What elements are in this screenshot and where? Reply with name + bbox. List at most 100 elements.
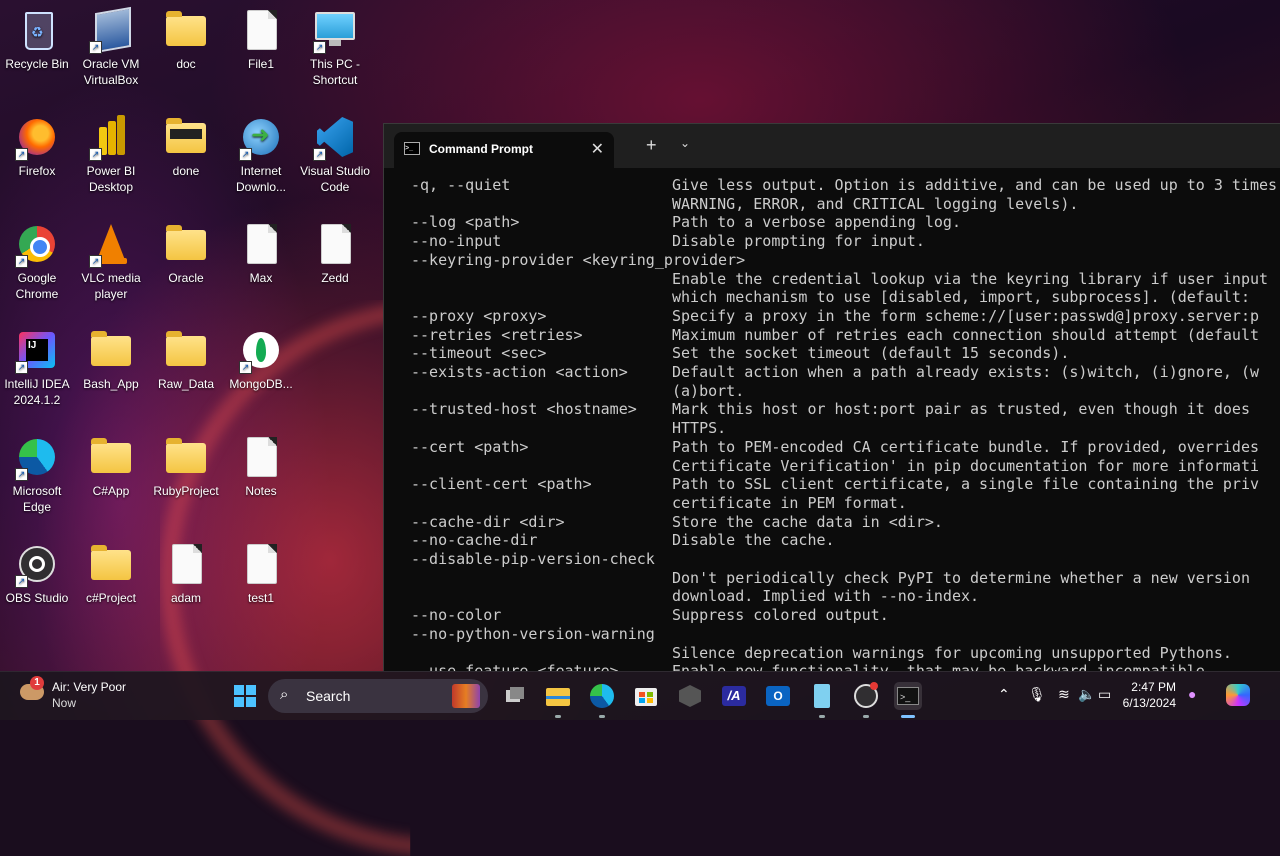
clock[interactable]: 2:47 PM 6/13/2024 bbox=[1118, 679, 1176, 711]
terminal-taskbar-icon[interactable]: >_ bbox=[894, 682, 922, 710]
document-icon bbox=[162, 540, 210, 588]
option-description: which mechanism to use [disabled, import… bbox=[672, 288, 1259, 307]
terminal-line: Silence deprecation warnings for upcomin… bbox=[384, 644, 1280, 663]
desktop-icon-oracle[interactable]: Oracle bbox=[149, 216, 223, 286]
weather-subtitle: Now bbox=[52, 696, 77, 710]
option-description: Specify a proxy in the form scheme://[us… bbox=[672, 306, 1259, 325]
visual-studio-icon[interactable]: /A bbox=[720, 682, 748, 710]
clock-time: 2:47 PM bbox=[1131, 680, 1176, 694]
chevron-up-icon[interactable]: ⌃ bbox=[998, 686, 1010, 703]
tab-command-prompt[interactable]: >_ Command Prompt ✕ bbox=[394, 132, 614, 168]
notepad-icon[interactable] bbox=[808, 682, 836, 710]
option-flag: --no-cache-dir bbox=[411, 531, 538, 550]
edge-taskbar-icon[interactable] bbox=[588, 682, 616, 710]
battery-icon[interactable]: ▭ bbox=[1098, 686, 1111, 703]
terminal-output[interactable]: -q, --quiet Give less output. Option is a… bbox=[384, 176, 1280, 671]
desktop-icon-notes[interactable]: Notes bbox=[224, 429, 298, 499]
desktop-icon-intellij[interactable]: IJ ↗ IntelliJ IDEA 2024.1.2 bbox=[0, 322, 74, 408]
icon-label: test1 bbox=[247, 591, 274, 605]
icon-label: Firefox bbox=[18, 164, 56, 178]
terminal-titlebar[interactable]: >_ Command Prompt ✕ + ⌄ bbox=[384, 124, 1280, 168]
terminal-line: --disable-pip-version-check bbox=[384, 550, 1280, 569]
option-flag: --log <path> bbox=[411, 213, 520, 232]
desktop-icon-firefox[interactable]: ↗ Firefox bbox=[0, 109, 74, 179]
github-copilot-icon[interactable] bbox=[676, 682, 704, 710]
option-description: Enable the credential lookup via the key… bbox=[672, 269, 1269, 288]
terminal-line: Don't periodically check PyPI to determi… bbox=[384, 569, 1280, 588]
file-explorer-icon[interactable] bbox=[544, 682, 572, 710]
option-flag: -q, --quiet bbox=[411, 176, 511, 194]
desktop-icon-zedd[interactable]: Zedd bbox=[298, 216, 372, 286]
running-app-indicator bbox=[555, 715, 561, 718]
desktop-icon-ruby-project[interactable]: RubyProject bbox=[149, 429, 223, 499]
new-tab-button[interactable]: + bbox=[646, 135, 657, 156]
desktop-icon-internet-download-manager[interactable]: ➜ ↗ Internet Downlo... bbox=[224, 109, 298, 195]
microphone-icon[interactable]: 🎙 bbox=[1028, 686, 1046, 703]
option-description: Mark this host or host:port pair as trus… bbox=[672, 400, 1250, 419]
icon-label: File1 bbox=[247, 57, 274, 71]
microsoft-store-icon[interactable] bbox=[632, 682, 660, 710]
option-description: certificate in PEM format. bbox=[672, 493, 907, 512]
tab-title: Command Prompt bbox=[429, 142, 534, 156]
terminal-line: -q, --quiet Give less output. Option is a… bbox=[384, 176, 1280, 195]
desktop-icon-bash-app[interactable]: Bash_App bbox=[74, 322, 148, 392]
desktop-icon-doc[interactable]: doc bbox=[149, 2, 223, 72]
chevron-down-icon[interactable]: ⌄ bbox=[680, 136, 690, 150]
notification-bell-icon[interactable]: ● bbox=[1188, 686, 1196, 702]
desktop-icon-csharp-project[interactable]: c#Project bbox=[74, 536, 148, 606]
search-box[interactable]: ⌕ Search bbox=[268, 679, 488, 713]
option-description: HTTPS. bbox=[672, 419, 727, 438]
option-description: Certificate Verification' in pip documen… bbox=[672, 456, 1259, 475]
document-icon bbox=[237, 220, 285, 268]
start-icon[interactable] bbox=[231, 682, 259, 710]
desktop-icon-vscode[interactable]: ↗ Visual Studio Code bbox=[298, 109, 372, 195]
icon-label: Microsoft Edge bbox=[12, 484, 62, 514]
icon-label: c#Project bbox=[85, 591, 137, 605]
desktop-icon-test1[interactable]: test1 bbox=[224, 536, 298, 606]
icon-label: Oracle VM VirtualBox bbox=[82, 57, 140, 87]
desktop-icon-recycle-bin[interactable]: ♻ Recycle Bin bbox=[0, 2, 74, 72]
option-flag: --no-input bbox=[411, 232, 502, 251]
folder-icon bbox=[162, 113, 210, 161]
desktop-icon-vlc[interactable]: ↗ VLC media player bbox=[74, 216, 148, 302]
desktop-icon-google-chrome[interactable]: ↗ Google Chrome bbox=[0, 216, 74, 302]
desktop-icon-max[interactable]: Max bbox=[224, 216, 298, 286]
obs-taskbar-icon[interactable] bbox=[852, 682, 880, 710]
running-app-indicator bbox=[863, 715, 869, 718]
taskbar: 1 Air: Very Poor Now ⌕ Search /A O >_ ⌃ … bbox=[0, 671, 1280, 720]
volume-icon[interactable]: 🔈 bbox=[1078, 686, 1095, 703]
desktop-icon-csharp-app[interactable]: C#App bbox=[74, 429, 148, 499]
option-description: Default action when a path already exist… bbox=[672, 363, 1259, 381]
option-flag: --disable-pip-version-check bbox=[411, 550, 655, 568]
terminal-line: Enable the credential lookup via the key… bbox=[384, 270, 1280, 289]
desktop-icon-microsoft-edge[interactable]: ↗ Microsoft Edge bbox=[0, 429, 74, 515]
vscode-icon: ↗ bbox=[311, 113, 359, 161]
desktop-icon-raw-data[interactable]: Raw_Data bbox=[149, 322, 223, 392]
edge-icon: ↗ bbox=[13, 433, 61, 481]
terminal-window[interactable]: >_ Command Prompt ✕ + ⌄ -q, --quiet Give … bbox=[383, 123, 1280, 672]
desktop-icon-adam[interactable]: adam bbox=[149, 536, 223, 606]
desktop-icon-power-bi[interactable]: ↗ Power BI Desktop bbox=[74, 109, 148, 195]
wifi-icon[interactable]: ≋ bbox=[1058, 686, 1070, 703]
close-tab-icon[interactable]: ✕ bbox=[591, 139, 604, 159]
icon-label: Zedd bbox=[321, 271, 349, 285]
folder-icon bbox=[162, 326, 210, 374]
desktop-icon-file1[interactable]: File1 bbox=[224, 2, 298, 72]
desktop-icon-this-pc[interactable]: ↗ This PC - Shortcut bbox=[298, 2, 372, 88]
terminal-line: --no-input Disable prompting for input. bbox=[384, 232, 1280, 251]
copilot-icon[interactable] bbox=[1226, 684, 1250, 706]
option-flag: --no-color bbox=[411, 606, 502, 625]
active-app-indicator bbox=[901, 715, 915, 718]
option-description: Suppress colored output. bbox=[672, 606, 889, 625]
desktop-icon-done[interactable]: done bbox=[149, 109, 223, 179]
icon-label: Internet Downlo... bbox=[235, 164, 287, 194]
task-view-icon[interactable] bbox=[500, 682, 528, 710]
terminal-line: HTTPS. bbox=[384, 419, 1280, 438]
outlook-icon[interactable]: O bbox=[764, 682, 792, 710]
option-flag: --proxy <proxy> bbox=[411, 306, 547, 325]
desktop-icon-obs-studio[interactable]: ↗ OBS Studio bbox=[0, 536, 74, 606]
running-app-indicator bbox=[599, 715, 605, 718]
desktop-icon-virtualbox[interactable]: ↗ Oracle VM VirtualBox bbox=[74, 2, 148, 88]
desktop-icon-mongodb[interactable]: ↗ MongoDB... bbox=[224, 322, 298, 392]
icon-label: Visual Studio Code bbox=[300, 164, 370, 194]
